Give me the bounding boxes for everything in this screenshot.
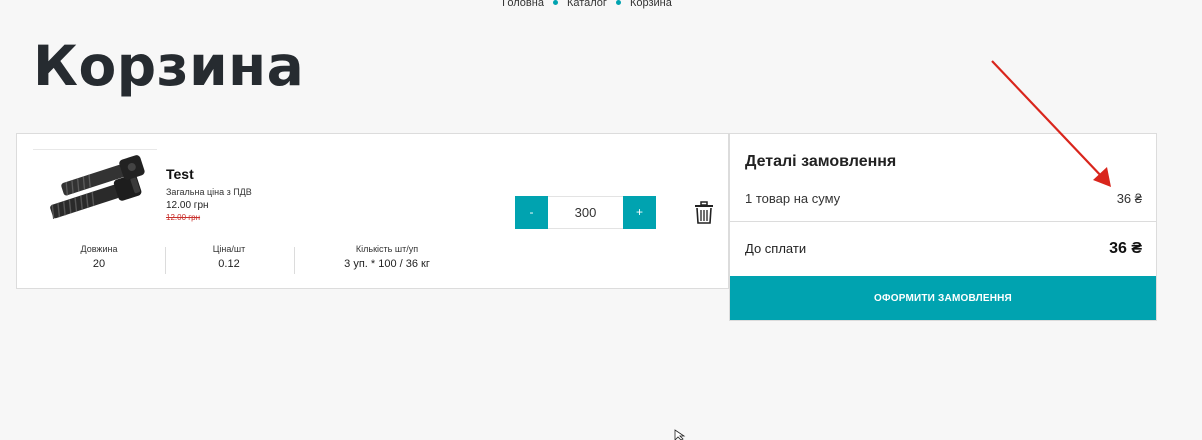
breadcrumb-separator	[552, 0, 558, 5]
spec-label: Довжина	[80, 244, 118, 254]
breadcrumb-current: Корзина	[629, 0, 672, 9]
breadcrumb-home[interactable]: Головна	[502, 0, 544, 9]
page-title: Корзина	[33, 34, 305, 98]
product-name[interactable]: Test	[166, 166, 194, 182]
product-specs: Довжина 20 Ціна/шт 0.12 Кількість шт/уп …	[17, 244, 457, 274]
mouse-cursor-icon	[674, 429, 686, 440]
items-sum-label: 1 товар на суму	[745, 191, 841, 206]
cart-item-card: Test Загальна ціна з ПДВ 12.00 грн 12.00…	[16, 133, 729, 289]
price-caption: Загальна ціна з ПДВ	[166, 187, 252, 197]
spec-label: Ціна/шт	[212, 244, 246, 254]
spec-quantity-per-pack: Кількість шт/уп 3 уп. * 100 / 36 кг	[317, 244, 457, 270]
spec-value: 20	[92, 258, 106, 270]
spec-length: Довжина 20	[55, 244, 143, 270]
quantity-input[interactable]	[548, 196, 623, 229]
spec-value: 3 уп. * 100 / 36 кг	[344, 258, 430, 270]
price-old: 12.00 грн	[166, 213, 201, 222]
trash-icon[interactable]	[694, 201, 714, 225]
breadcrumb: Головна Каталог Корзина	[0, 0, 1174, 9]
spec-value: 0.12	[218, 258, 240, 270]
price-current: 12.00 грн	[166, 200, 209, 211]
bolts-icon	[50, 155, 145, 220]
product-image[interactable]	[33, 149, 157, 228]
spec-price-per-piece: Ціна/шт 0.12	[184, 244, 274, 270]
divider	[730, 221, 1156, 222]
total-value: 36 ₴	[1109, 240, 1142, 257]
spec-divider	[165, 247, 166, 274]
items-sum-value: 36 ₴	[1116, 191, 1142, 206]
total-label: До сплати	[745, 241, 807, 256]
summary-title: Деталі замовлення	[745, 153, 897, 170]
breadcrumb-separator	[615, 0, 621, 5]
quantity-increase-button[interactable]: +	[623, 196, 656, 229]
checkout-button[interactable]: Оформити замовлення	[730, 276, 1156, 320]
annotation-arrow-icon	[991, 60, 1111, 187]
quantity-decrease-button[interactable]: -	[515, 196, 548, 229]
spec-divider	[294, 247, 295, 274]
quantity-stepper: - +	[515, 196, 656, 229]
breadcrumb-catalog[interactable]: Каталог	[567, 0, 607, 9]
spec-label: Кількість шт/уп	[355, 244, 419, 254]
